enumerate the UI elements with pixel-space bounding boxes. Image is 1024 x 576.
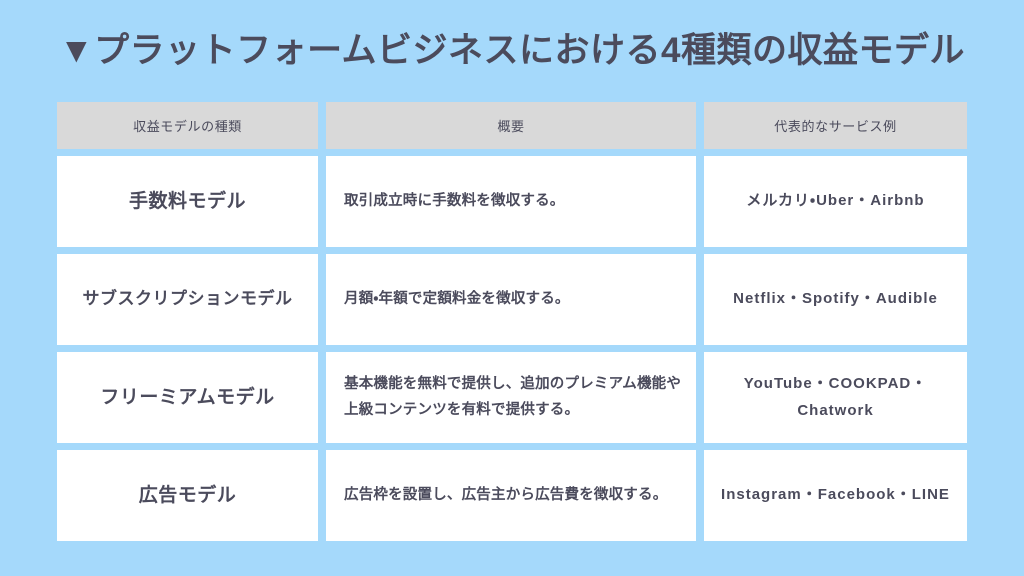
examples-text: Instagram・Facebook・LINE xyxy=(721,486,950,504)
table-header-label: 概要 xyxy=(497,119,525,134)
model-type-label: フリーミアムモデル xyxy=(100,386,275,408)
cell-examples: メルカリ・Uber・Airbnb xyxy=(704,156,967,247)
model-type-label: 手数料モデル xyxy=(128,190,246,212)
summary-text: 広告枠を設置し、広告主から広告費を徴収する。 xyxy=(344,486,668,503)
table-row: 手数料モデル 取引成立時に手数料を徴収する。 メルカリ・Uber・Airbnb xyxy=(57,156,967,247)
cell-examples: Netflix・Spotify・Audible xyxy=(704,254,967,345)
summary-text: 月額・年額で定額料金を徴収する。 xyxy=(344,290,570,307)
slide-canvas: ▼プラットフォームビジネスにおける4種類の収益モデル 収益モデルの種類 概要 代… xyxy=(0,0,1024,576)
revenue-model-table: 収益モデルの種類 概要 代表的なサービス例 手数料モデル 取引成立時に手数料を徴… xyxy=(57,102,967,541)
cell-model-type: サブスクリプションモデル xyxy=(57,254,318,345)
examples-text: Netflix・Spotify・Audible xyxy=(733,290,938,308)
table-header-cell-summary: 概要 xyxy=(326,102,696,149)
cell-examples: YouTube・COOKPAD・Chatwork xyxy=(704,352,967,443)
table-header-cell-examples: 代表的なサービス例 xyxy=(704,102,967,149)
table-row: サブスクリプションモデル 月額・年額で定額料金を徴収する。 Netflix・Sp… xyxy=(57,254,967,345)
table-header-row: 収益モデルの種類 概要 代表的なサービス例 xyxy=(57,102,967,149)
cell-model-type: フリーミアムモデル xyxy=(57,352,318,443)
examples-text: メルカリ・Uber・Airbnb xyxy=(746,192,925,210)
model-type-label: サブスクリプションモデル xyxy=(82,289,293,309)
cell-summary: 取引成立時に手数料を徴収する。 xyxy=(326,156,696,247)
cell-summary: 月額・年額で定額料金を徴収する。 xyxy=(326,254,696,345)
table-row: フリーミアムモデル 基本機能を無料で提供し、追加のプレミアム機能や上級コンテンツ… xyxy=(57,352,967,443)
table-header-label: 代表的なサービス例 xyxy=(774,119,897,134)
summary-text: 基本機能を無料で提供し、追加のプレミアム機能や上級コンテンツを有料で提供する。 xyxy=(344,376,682,418)
cell-examples: Instagram・Facebook・LINE xyxy=(704,450,967,541)
model-type-label: 広告モデル xyxy=(138,484,237,506)
table-header-label: 収益モデルの種類 xyxy=(133,119,242,134)
cell-summary: 広告枠を設置し、広告主から広告費を徴収する。 xyxy=(326,450,696,541)
cell-summary: 基本機能を無料で提供し、追加のプレミアム機能や上級コンテンツを有料で提供する。 xyxy=(326,352,696,443)
table-header-cell-model-type: 収益モデルの種類 xyxy=(57,102,318,149)
summary-text: 取引成立時に手数料を徴収する。 xyxy=(344,192,565,209)
cell-model-type: 手数料モデル xyxy=(57,156,318,247)
cell-model-type: 広告モデル xyxy=(57,450,318,541)
page-title: ▼プラットフォームビジネスにおける4種類の収益モデル xyxy=(0,30,1024,72)
table-row: 広告モデル 広告枠を設置し、広告主から広告費を徴収する。 Instagram・F… xyxy=(57,450,967,541)
page-title-text: ▼プラットフォームビジネスにおける4種類の収益モデル xyxy=(58,31,966,70)
examples-text: YouTube・COOKPAD・Chatwork xyxy=(743,375,928,419)
